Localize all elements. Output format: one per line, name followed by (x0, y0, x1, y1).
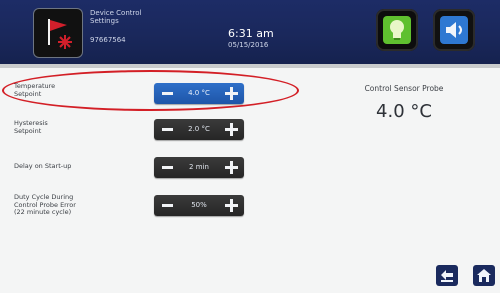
hysteresis-setpoint-stepper: 2.0 °C (154, 119, 244, 140)
back-button[interactable] (436, 265, 458, 286)
probe-title: Control Sensor Probe (364, 84, 444, 93)
sound-button[interactable] (433, 9, 475, 51)
speaker-icon (440, 16, 468, 44)
minus-icon[interactable] (160, 163, 176, 172)
delay-startup-stepper: 2 min (154, 157, 244, 178)
hysteresis-setpoint-label: Hysteresis Setpoint (14, 119, 48, 135)
clock-time: 6:31 am (228, 27, 274, 40)
device-title: Device Control Settings (90, 9, 142, 25)
alarm-button[interactable] (34, 9, 82, 57)
clock-date: 05/15/2016 (228, 41, 269, 49)
home-icon (477, 269, 491, 282)
minus-icon[interactable] (160, 125, 176, 134)
plus-icon[interactable] (225, 123, 238, 136)
delay-startup-value: 2 min (189, 163, 209, 171)
header-bar: Device Control Settings 97667564 6:31 am… (0, 0, 500, 68)
plus-icon[interactable] (225, 199, 238, 212)
highlight-ring (2, 70, 299, 111)
light-button[interactable] (376, 9, 418, 51)
duty-cycle-stepper: 50% (154, 195, 244, 216)
minus-icon[interactable] (160, 201, 176, 210)
flag-alarm-icon (48, 19, 72, 49)
duty-cycle-label: Duty Cycle During Control Probe Error (2… (14, 193, 76, 216)
plus-icon[interactable] (225, 161, 238, 174)
device-control-screen: Device Control Settings 97667564 6:31 am… (0, 0, 500, 293)
duty-cycle-value: 50% (191, 201, 207, 209)
header-divider (0, 64, 500, 68)
delay-startup-label: Delay on Start-up (14, 162, 72, 170)
device-id: 97667564 (90, 36, 126, 44)
home-button[interactable] (473, 265, 495, 286)
back-arrow-icon (441, 270, 453, 282)
light-bulb-icon (383, 16, 411, 44)
probe-value: 4.0 °C (376, 101, 432, 122)
hysteresis-setpoint-value: 2.0 °C (188, 125, 210, 133)
